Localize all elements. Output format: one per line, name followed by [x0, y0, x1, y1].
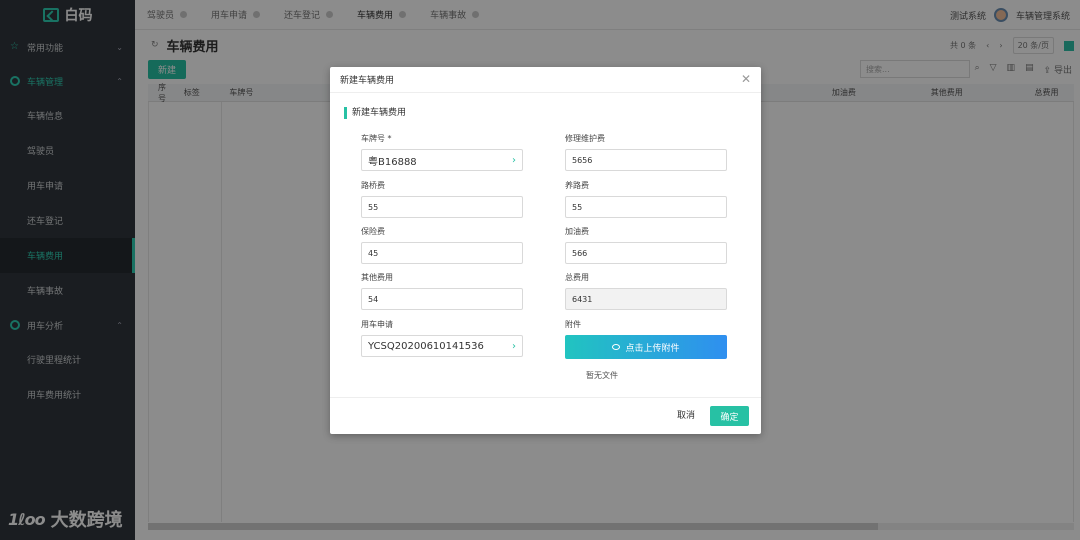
road-field[interactable]: 55: [565, 196, 727, 218]
fuel-label: 加油费: [565, 227, 589, 236]
other-field[interactable]: 54: [361, 288, 523, 310]
close-icon[interactable]: ✕: [741, 73, 751, 85]
request-value: YCSQ20200610141536: [368, 340, 484, 352]
plate-value: 粤B16888: [368, 156, 417, 168]
request-label: 用车申请: [361, 320, 393, 329]
cancel-button[interactable]: 取消: [677, 408, 695, 421]
fuel-field[interactable]: 566: [565, 242, 727, 264]
request-field[interactable]: YCSQ20200610141536 ›: [361, 335, 523, 357]
maintenance-label: 修理维护费: [565, 134, 605, 143]
attachment-label: 附件: [565, 320, 581, 329]
plate-label: 车牌号 *: [361, 134, 392, 143]
plate-field[interactable]: 粤B16888 ›: [361, 149, 523, 171]
confirm-button[interactable]: 确定: [710, 406, 749, 426]
toll-label: 路桥费: [361, 181, 385, 190]
eye-icon: [612, 344, 621, 350]
chevron-right-icon: ›: [512, 155, 516, 166]
road-value: 55: [572, 202, 583, 212]
other-label: 其他费用: [361, 273, 393, 282]
dialog-title: 新建车辆费用: [340, 76, 395, 86]
insurance-field[interactable]: 45: [361, 242, 523, 264]
insurance-label: 保险费: [361, 227, 385, 236]
new-cost-dialog: 新建车辆费用 ✕ 新建车辆费用 车牌号 * 粤B16888 › 路桥费 55 保…: [330, 67, 761, 434]
chevron-right-icon: ›: [512, 341, 516, 352]
fuel-value: 566: [572, 248, 588, 258]
maintenance-field[interactable]: 5656: [565, 149, 727, 171]
toll-value: 55: [368, 202, 379, 212]
section-title: 新建车辆费用: [344, 107, 406, 119]
dialog-footer: 取消 确定: [330, 397, 761, 434]
upload-label: 点击上传附件: [625, 342, 680, 353]
maintenance-value: 5656: [572, 155, 593, 165]
upload-button[interactable]: 点击上传附件: [565, 335, 727, 359]
other-value: 54: [368, 294, 379, 304]
total-value: 6431: [572, 294, 593, 304]
no-file-text: 暂无文件: [586, 371, 618, 380]
road-label: 养路费: [565, 181, 589, 190]
toll-field[interactable]: 55: [361, 196, 523, 218]
total-label: 总费用: [565, 273, 589, 282]
dialog-header: 新建车辆费用 ✕: [330, 67, 761, 93]
insurance-value: 45: [368, 248, 379, 258]
total-field: 6431: [565, 288, 727, 310]
